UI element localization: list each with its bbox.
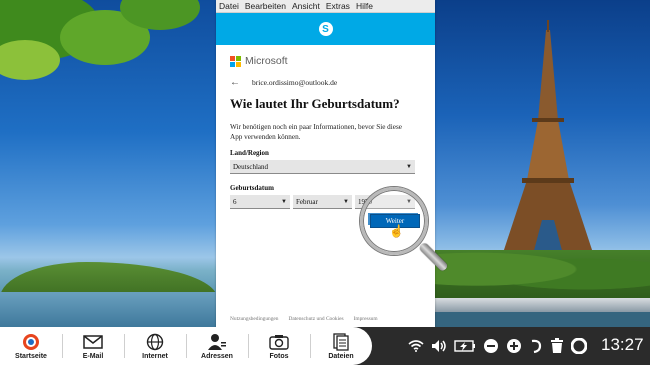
- dock-item-home[interactable]: Startseite: [0, 327, 62, 365]
- footer-link-privacy[interactable]: Datenschutz und Cookies: [289, 316, 344, 322]
- dock-item-contacts[interactable]: Adressen: [186, 327, 248, 365]
- menu-item-hilfe[interactable]: Hilfe: [356, 1, 373, 11]
- dock-label-home: Startseite: [15, 352, 47, 360]
- back-arrow-icon[interactable]: ←: [230, 77, 252, 88]
- menu-item-datei[interactable]: Datei: [219, 1, 239, 11]
- foliage-decoration: [0, 40, 60, 80]
- skype-logo-icon: S: [318, 22, 333, 36]
- camera-icon: [269, 333, 289, 351]
- river-water: [0, 292, 217, 330]
- microsoft-logo-icon: [230, 55, 241, 67]
- help-icon[interactable]: [529, 338, 543, 354]
- system-tray: [408, 327, 587, 365]
- account-row: ← brice.ordissimo@outlook.de: [230, 76, 430, 88]
- month-value: Februar: [296, 198, 318, 206]
- dock-label-email: E-Mail: [82, 352, 104, 360]
- river-boats: [434, 298, 650, 312]
- lifebuoy-icon[interactable]: [571, 338, 587, 354]
- trash-icon[interactable]: [550, 338, 564, 354]
- footer-link-terms[interactable]: Nutzungsbedingungen: [230, 316, 279, 322]
- zoom-in-icon[interactable]: [506, 338, 522, 354]
- day-value: 6: [233, 198, 237, 206]
- dock-label-internet: Internet: [142, 352, 168, 360]
- zoom-out-icon[interactable]: [483, 338, 499, 354]
- day-select[interactable]: 6 ▼: [230, 195, 290, 209]
- globe-icon: [146, 333, 164, 351]
- skype-header: S: [216, 13, 435, 45]
- dock: Startseite E-Mail Internet Adressen Foto…: [0, 327, 372, 365]
- country-label: Land/Region: [230, 149, 269, 157]
- mail-icon: [83, 333, 103, 351]
- country-select[interactable]: Deutschland ▼: [230, 160, 415, 174]
- magnifier-lens: Weiter: [360, 187, 428, 255]
- menu-item-ansicht[interactable]: Ansicht: [292, 1, 320, 11]
- menu-bar: Datei Bearbeiten Ansicht Extras Hilfe: [216, 0, 435, 13]
- account-email: brice.ordissimo@outlook.de: [252, 77, 338, 87]
- clock: 13:27: [601, 335, 644, 354]
- dock-item-photos[interactable]: Fotos: [248, 327, 310, 365]
- files-icon: [332, 332, 350, 351]
- hand-pointer-icon: ☝: [389, 224, 404, 238]
- skype-app-window: Datei Bearbeiten Ansicht Extras Hilfe S …: [216, 0, 435, 330]
- menu-item-extras[interactable]: Extras: [326, 1, 350, 11]
- menu-item-bearbeiten[interactable]: Bearbeiten: [245, 1, 286, 11]
- description-text: Wir benötigen noch ein paar Informatione…: [230, 123, 402, 141]
- desktop-background-left: [0, 0, 217, 330]
- contacts-icon: [207, 333, 227, 351]
- home-icon: [21, 333, 41, 351]
- brand-name: Microsoft: [245, 55, 288, 67]
- dock-label-photos: Fotos: [269, 352, 289, 360]
- chevron-down-icon: ▼: [406, 164, 412, 170]
- park-trees: [434, 250, 650, 298]
- month-select[interactable]: Februar ▼: [293, 195, 352, 209]
- dock-item-email[interactable]: E-Mail: [62, 327, 124, 365]
- dock-item-files[interactable]: Dateien: [310, 327, 372, 365]
- desktop-background-right: [434, 0, 650, 330]
- volume-icon[interactable]: [431, 339, 447, 353]
- country-value: Deutschland: [233, 163, 268, 171]
- dock-item-internet[interactable]: Internet: [124, 327, 186, 365]
- chevron-down-icon: ▼: [281, 199, 287, 205]
- battery-icon[interactable]: [454, 340, 476, 352]
- footer-link-imprint[interactable]: Impressum: [354, 316, 378, 322]
- page-title: Wie lautet Ihr Geburtsdatum?: [230, 96, 400, 111]
- chevron-down-icon: ▼: [343, 199, 349, 205]
- footer-links: Nutzungsbedingungen Datenschutz und Cook…: [230, 316, 378, 322]
- signin-form: Microsoft ← brice.ordissimo@outlook.de W…: [230, 54, 430, 209]
- microsoft-logo: Microsoft: [230, 54, 430, 68]
- wifi-icon[interactable]: [408, 340, 424, 352]
- dock-label-contacts: Adressen: [201, 352, 233, 360]
- taskbar: Startseite E-Mail Internet Adressen Foto…: [0, 327, 650, 365]
- dock-label-files: Dateien: [328, 352, 354, 360]
